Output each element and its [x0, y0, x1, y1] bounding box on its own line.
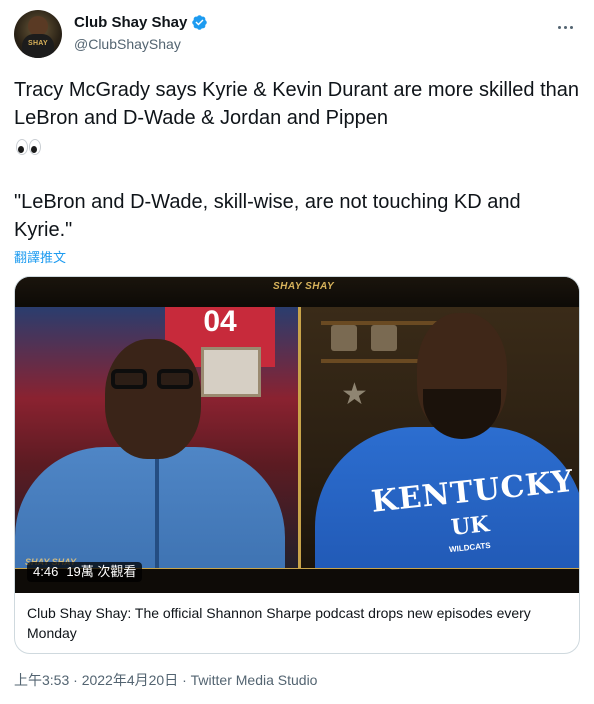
trophy-icon	[331, 325, 357, 351]
video-views: 19萬 次觀看	[66, 564, 137, 579]
video-panel-guest: ★ KENTUCKY UK WILDCATS	[301, 307, 579, 569]
host-zipper	[155, 457, 159, 569]
show-logo: SHAY SHAY	[273, 281, 335, 292]
avatar-face	[28, 16, 48, 36]
video-duration-badge: 4:46 19萬 次觀看	[27, 562, 143, 582]
video-panel-host: 04 SHAY SHAY	[15, 307, 299, 569]
name-row: Club Shay Shay	[74, 14, 208, 31]
display-name[interactable]: Club Shay Shay	[74, 14, 187, 31]
video-top-bar: SHAY SHAY	[15, 277, 579, 305]
more-options-icon[interactable]	[554, 16, 576, 38]
video-duration: 4:46	[33, 564, 59, 579]
tweet-body: Tracy McGrady says Kyrie & Kevin Durant …	[14, 79, 580, 129]
card-caption: Club Shay Shay: The official Shannon Sha…	[27, 605, 531, 641]
eyes-icon	[14, 138, 44, 156]
host-head	[105, 339, 201, 459]
tweet-header: SHAY Club Shay Shay @ClubShayShay	[14, 10, 580, 62]
host-body	[15, 447, 285, 569]
glasses-icon	[111, 369, 199, 391]
tweet-text: Tracy McGrady says Kyrie & Kevin Durant …	[14, 76, 580, 160]
tweet-quote: "LeBron and D-Wade, skill-wise, are not …	[14, 191, 521, 241]
jersey-number: 04	[203, 307, 237, 338]
picture-frame	[201, 347, 261, 397]
shirt-logo: UK	[449, 511, 491, 541]
verified-icon	[192, 15, 208, 30]
translate-link[interactable]: 翻譯推文	[14, 247, 66, 266]
star-trophy-icon: ★	[341, 378, 368, 411]
trophy-icon	[371, 325, 397, 351]
handle[interactable]: @ClubShayShay	[74, 36, 181, 52]
avatar[interactable]: SHAY	[14, 10, 62, 58]
video-player[interactable]: SHAY SHAY 04 SHAY SHAY ★ KENTUCKY U	[15, 277, 579, 593]
avatar-logo-text: SHAY	[27, 40, 48, 47]
media-card[interactable]: SHAY SHAY 04 SHAY SHAY ★ KENTUCKY U	[14, 276, 580, 654]
tweet-timestamp[interactable]: 上午3:53 · 2022年4月20日 · Twitter Media Stud…	[14, 670, 317, 690]
